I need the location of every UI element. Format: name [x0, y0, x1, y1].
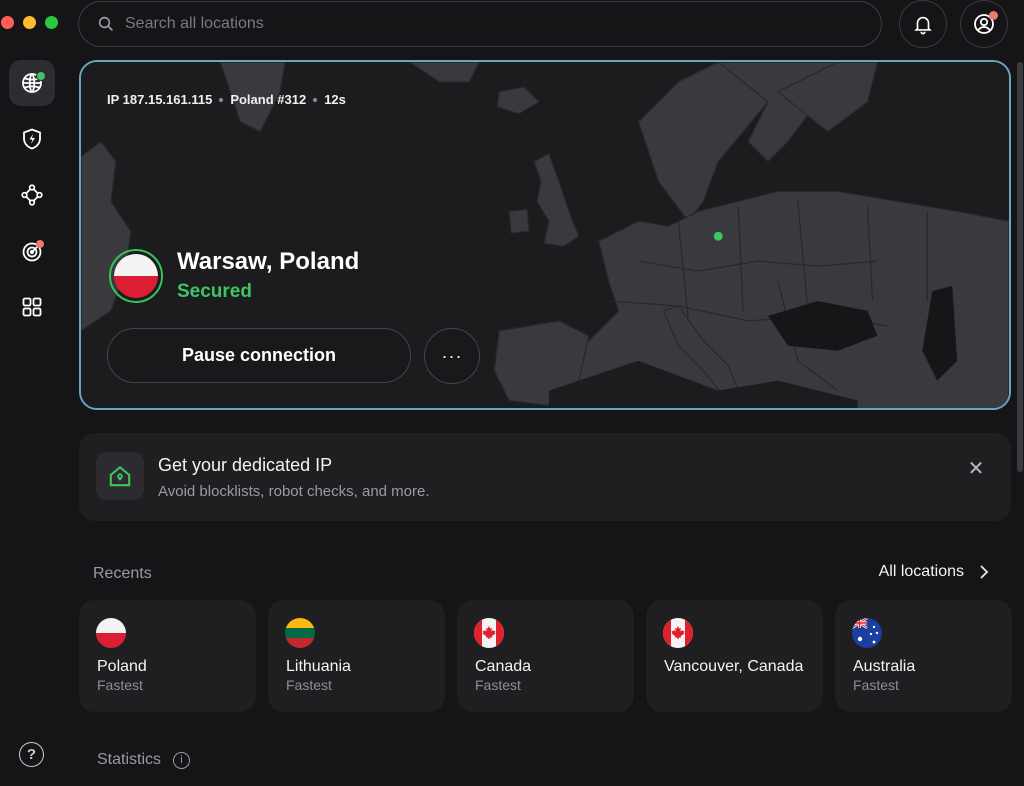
all-locations-label: All locations	[878, 563, 964, 580]
statistics-section: Statistics i	[97, 751, 191, 769]
scrollbar-thumb[interactable]	[1017, 62, 1023, 472]
statistics-label: Statistics	[97, 751, 162, 768]
recent-location-name: Vancouver, Canada	[664, 658, 804, 675]
dedicated-ip-banner[interactable]: Get your dedicated IP Avoid blocklists, …	[79, 433, 1011, 521]
canada-flag-icon	[474, 618, 504, 648]
lithuania-flag-icon	[285, 618, 315, 648]
recent-location-card[interactable]: Australia Fastest	[835, 600, 1012, 712]
connection-info: IP 187.15.161.115 Poland #312 12s	[107, 92, 346, 107]
recent-location-name: Canada	[475, 658, 532, 675]
banner-title: Get your dedicated IP	[158, 455, 333, 475]
close-icon[interactable]: ✕	[965, 457, 987, 480]
shield-bolt-icon	[23, 128, 41, 150]
recent-location-name: Australia	[853, 658, 916, 675]
recent-location-card[interactable]: Poland Fastest	[79, 600, 256, 712]
connected-location: Warsaw, Poland	[177, 248, 360, 275]
search-icon	[98, 16, 113, 31]
recent-location-sub: Fastest	[475, 677, 521, 693]
canada-flag-icon	[663, 618, 693, 648]
poland-flag-icon	[109, 249, 163, 303]
account-button[interactable]	[960, 0, 1008, 48]
connection-card: IP 187.15.161.115 Poland #312 12s Warsaw…	[79, 60, 1011, 410]
bell-icon	[914, 16, 932, 35]
notification-dot	[36, 240, 44, 248]
poland-flag-icon	[96, 618, 126, 648]
location-marker[interactable]	[713, 231, 723, 241]
sidebar	[0, 56, 62, 786]
sidebar-item-apps[interactable]	[9, 284, 55, 330]
close-window-button[interactable]	[1, 16, 14, 29]
recent-location-name: Poland	[97, 658, 147, 675]
recent-location-sub: Fastest	[853, 677, 899, 693]
minimize-window-button[interactable]	[23, 16, 36, 29]
separator-dot	[313, 97, 318, 102]
zoom-window-button[interactable]	[45, 16, 58, 29]
recent-location-name: Lithuania	[286, 658, 351, 675]
ip-address: IP 187.15.161.115	[107, 92, 213, 107]
all-locations-link[interactable]: All locations	[879, 563, 990, 581]
connected-dot	[36, 71, 46, 81]
home-location-icon	[96, 452, 144, 500]
chevron-right-icon	[980, 565, 989, 579]
connection-duration: 12s	[324, 92, 346, 107]
sidebar-item-meshnet[interactable]	[9, 172, 55, 218]
info-icon[interactable]: i	[173, 751, 191, 769]
connection-status: Secured	[177, 281, 252, 302]
search-input[interactable]	[125, 15, 881, 33]
recent-location-card[interactable]: Canada Fastest	[457, 600, 634, 712]
recent-location-card[interactable]: Vancouver, Canada	[646, 600, 823, 712]
recents-label: Recents	[93, 565, 152, 582]
recent-location-card[interactable]: Lithuania Fastest	[268, 600, 445, 712]
help-button[interactable]: ?	[19, 742, 44, 767]
notification-dot	[989, 11, 998, 20]
notifications-button[interactable]	[899, 0, 947, 48]
recents-list: Poland Fastest Lithuania Fastest Canada …	[79, 600, 1012, 712]
pause-connection-button[interactable]: Pause connection	[107, 328, 411, 383]
more-options-button[interactable]: ···	[424, 328, 480, 384]
window-controls	[1, 16, 58, 29]
sidebar-item-map[interactable]	[9, 60, 55, 106]
apps-grid-icon	[22, 297, 42, 317]
separator-dot	[219, 97, 224, 102]
sidebar-item-threat-protection[interactable]	[9, 116, 55, 162]
australia-flag-icon	[852, 618, 882, 648]
sidebar-item-dark-web-monitor[interactable]	[9, 228, 55, 274]
app-window: ? Search all locations IP 187.15.161.115…	[0, 0, 1024, 786]
recent-location-sub: Fastest	[286, 677, 332, 693]
recent-location-sub: Fastest	[97, 677, 143, 693]
search-bar[interactable]	[78, 1, 882, 47]
meshnet-icon	[21, 184, 43, 206]
server-name: Poland #312	[230, 92, 307, 107]
banner-subtitle: Avoid blocklists, robot checks, and more…	[158, 483, 430, 500]
